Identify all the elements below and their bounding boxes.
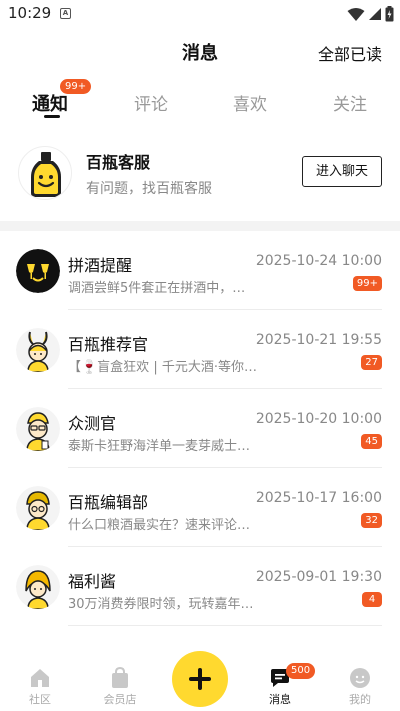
plus-icon [189,668,211,690]
list-item[interactable]: 拼酒提醒 2025-10-24 10:00 调酒尝鲜5件套正在拼酒中，… 99+ [0,231,400,310]
nav-label: 我的 [349,693,371,706]
message-preview: 什么口粮酒最实在？速来评论… [68,518,251,533]
nav-profile[interactable]: 我的 [330,667,390,707]
customer-service-row[interactable]: 百瓶客服 有问题，找百瓶客服 进入聊天 [0,140,400,216]
unread-badge: 45 [361,434,382,449]
status-icons [347,5,394,23]
notification-app-icon: A [60,8,71,19]
list-item[interactable]: 百瓶推荐官 2025-10-21 19:55 【🍷盲盒狂欢 | 千元大酒·等你…… [0,310,400,389]
message-title: 百瓶推荐官 [68,335,149,354]
unread-badge: 27 [361,355,382,370]
editor-mascot-icon [16,486,60,530]
message-preview: 【🍷盲盒狂欢 | 千元大酒·等你… [68,360,257,375]
service-description: 有问题，找百瓶客服 [86,181,212,197]
message-preview: 泰斯卡狂野海洋单一麦芽威士… [68,439,251,454]
create-post-button[interactable] [172,651,228,707]
active-tab-indicator [44,115,60,118]
message-time: 2025-10-20 10:00 [255,411,382,427]
tab-notifications-badge: 99+ [60,79,92,94]
message-time: 2025-10-21 19:55 [255,332,382,348]
welfare-mascot-icon [16,565,60,609]
wifi-icon [347,7,365,21]
nav-label: 会员店 [103,693,137,706]
unread-badge: 32 [361,513,382,528]
battery-icon [385,6,394,22]
shopping-bag-icon [112,667,128,688]
message-time: 2025-09-01 19:30 [255,569,382,585]
message-title: 福利酱 [68,572,117,591]
message-preview: 调酒尝鲜5件套正在拼酒中，… [68,281,246,296]
message-time: 2025-10-17 16:00 [255,490,382,506]
tab-notifications[interactable]: 通知 [32,90,68,116]
tab-likes[interactable]: 喜欢 [233,90,267,115]
profile-face-icon [350,668,370,688]
list-item[interactable]: 百瓶编辑部 2025-10-17 16:00 什么口粮酒最实在？速来评论… 32 [0,468,400,547]
nav-member-store[interactable]: 会员店 [90,667,150,707]
unread-badge: 99+ [352,276,382,291]
list-item[interactable]: 福利酱 2025-09-01 19:30 30万消费券限时领，玩转嘉年… 4 [0,547,400,626]
message-title: 拼酒提醒 [68,256,133,275]
nav-label: 消息 [269,693,291,706]
tab-comments[interactable]: 评论 [134,90,168,115]
bunny-mascot-icon [16,328,60,372]
enter-chat-button[interactable]: 进入聊天 [302,156,382,187]
service-name: 百瓶客服 [86,153,151,172]
nav-community[interactable]: 社区 [10,667,70,707]
tester-mascot-icon [16,407,60,451]
row-divider [68,625,382,626]
home-icon [31,669,49,687]
message-preview: 30万消费券限时领，玩转嘉年… [68,597,254,612]
unread-badge: 4 [362,592,382,607]
message-time: 2025-10-24 10:00 [255,253,382,269]
cheers-glasses-icon [16,249,60,293]
section-divider [0,221,400,231]
message-title: 众测官 [68,414,117,433]
nav-label: 社区 [29,693,51,706]
bottom-navigation: 社区 会员店 消息 500 我的 [0,651,400,711]
header: 消息 全部已读 [0,30,400,74]
message-title: 百瓶编辑部 [68,493,149,512]
list-item[interactable]: 众测官 2025-10-20 10:00 泰斯卡狂野海洋单一麦芽威士… 45 [0,389,400,468]
messages-badge: 500 [286,663,316,679]
status-time: 10:29 [8,4,52,22]
mark-all-read-button[interactable]: 全部已读 [318,41,382,65]
status-bar: 10:29 A [0,0,400,28]
tab-follows[interactable]: 关注 [333,90,367,115]
signal-icon [369,8,381,20]
bottle-smiley-icon [18,146,72,200]
